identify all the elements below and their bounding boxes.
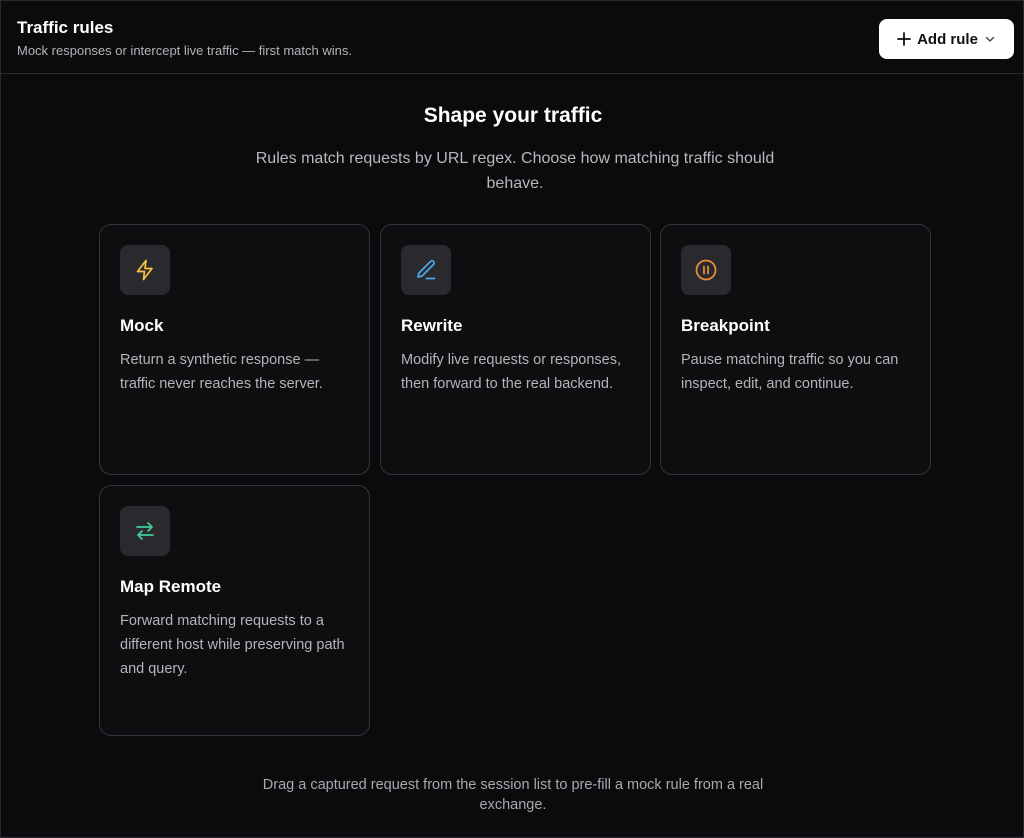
rule-type-card-map-remote[interactable]: Map Remote Forward matching requests to …	[99, 485, 370, 736]
traffic-rules-panel: Traffic rules Mock responses or intercep…	[0, 0, 1024, 838]
card-title: Map Remote	[120, 577, 222, 596]
rule-type-card-mock[interactable]: Mock Return a synthetic response — traff…	[99, 224, 370, 475]
card-description: Modify live requests or responses, then …	[401, 352, 622, 392]
card-description: Forward matching requests to a different…	[120, 613, 345, 677]
rule-type-card-rewrite[interactable]: Rewrite Modify live requests or response…	[380, 224, 651, 475]
card-title: Breakpoint	[681, 316, 770, 335]
card-description: Pause matching traffic so you can inspec…	[681, 352, 899, 392]
plus-icon	[897, 32, 911, 46]
card-title: Rewrite	[401, 316, 463, 335]
lightning-icon	[120, 245, 170, 295]
empty-state-subtitle: Rules match requests by URL regex. Choos…	[255, 150, 775, 192]
card-title: Mock	[120, 316, 164, 335]
rule-type-card-breakpoint[interactable]: Breakpoint Pause matching traffic so you…	[660, 224, 931, 475]
drag-hint-text: Drag a captured request from the session…	[262, 777, 764, 813]
page-title: Traffic rules	[17, 18, 114, 37]
add-rule-button[interactable]: Add rule	[879, 19, 1014, 59]
add-rule-label: Add rule	[917, 30, 978, 48]
empty-state-title: Shape your traffic	[423, 104, 603, 127]
card-description: Return a synthetic response — traffic ne…	[120, 352, 323, 392]
pencil-icon	[401, 245, 451, 295]
swap-arrows-icon	[120, 506, 170, 556]
pause-circle-icon	[681, 245, 731, 295]
panel-header: Traffic rules Mock responses or intercep…	[1, 1, 1023, 74]
chevron-down-icon	[984, 33, 996, 45]
page-subtitle: Mock responses or intercept live traffic…	[17, 43, 352, 58]
